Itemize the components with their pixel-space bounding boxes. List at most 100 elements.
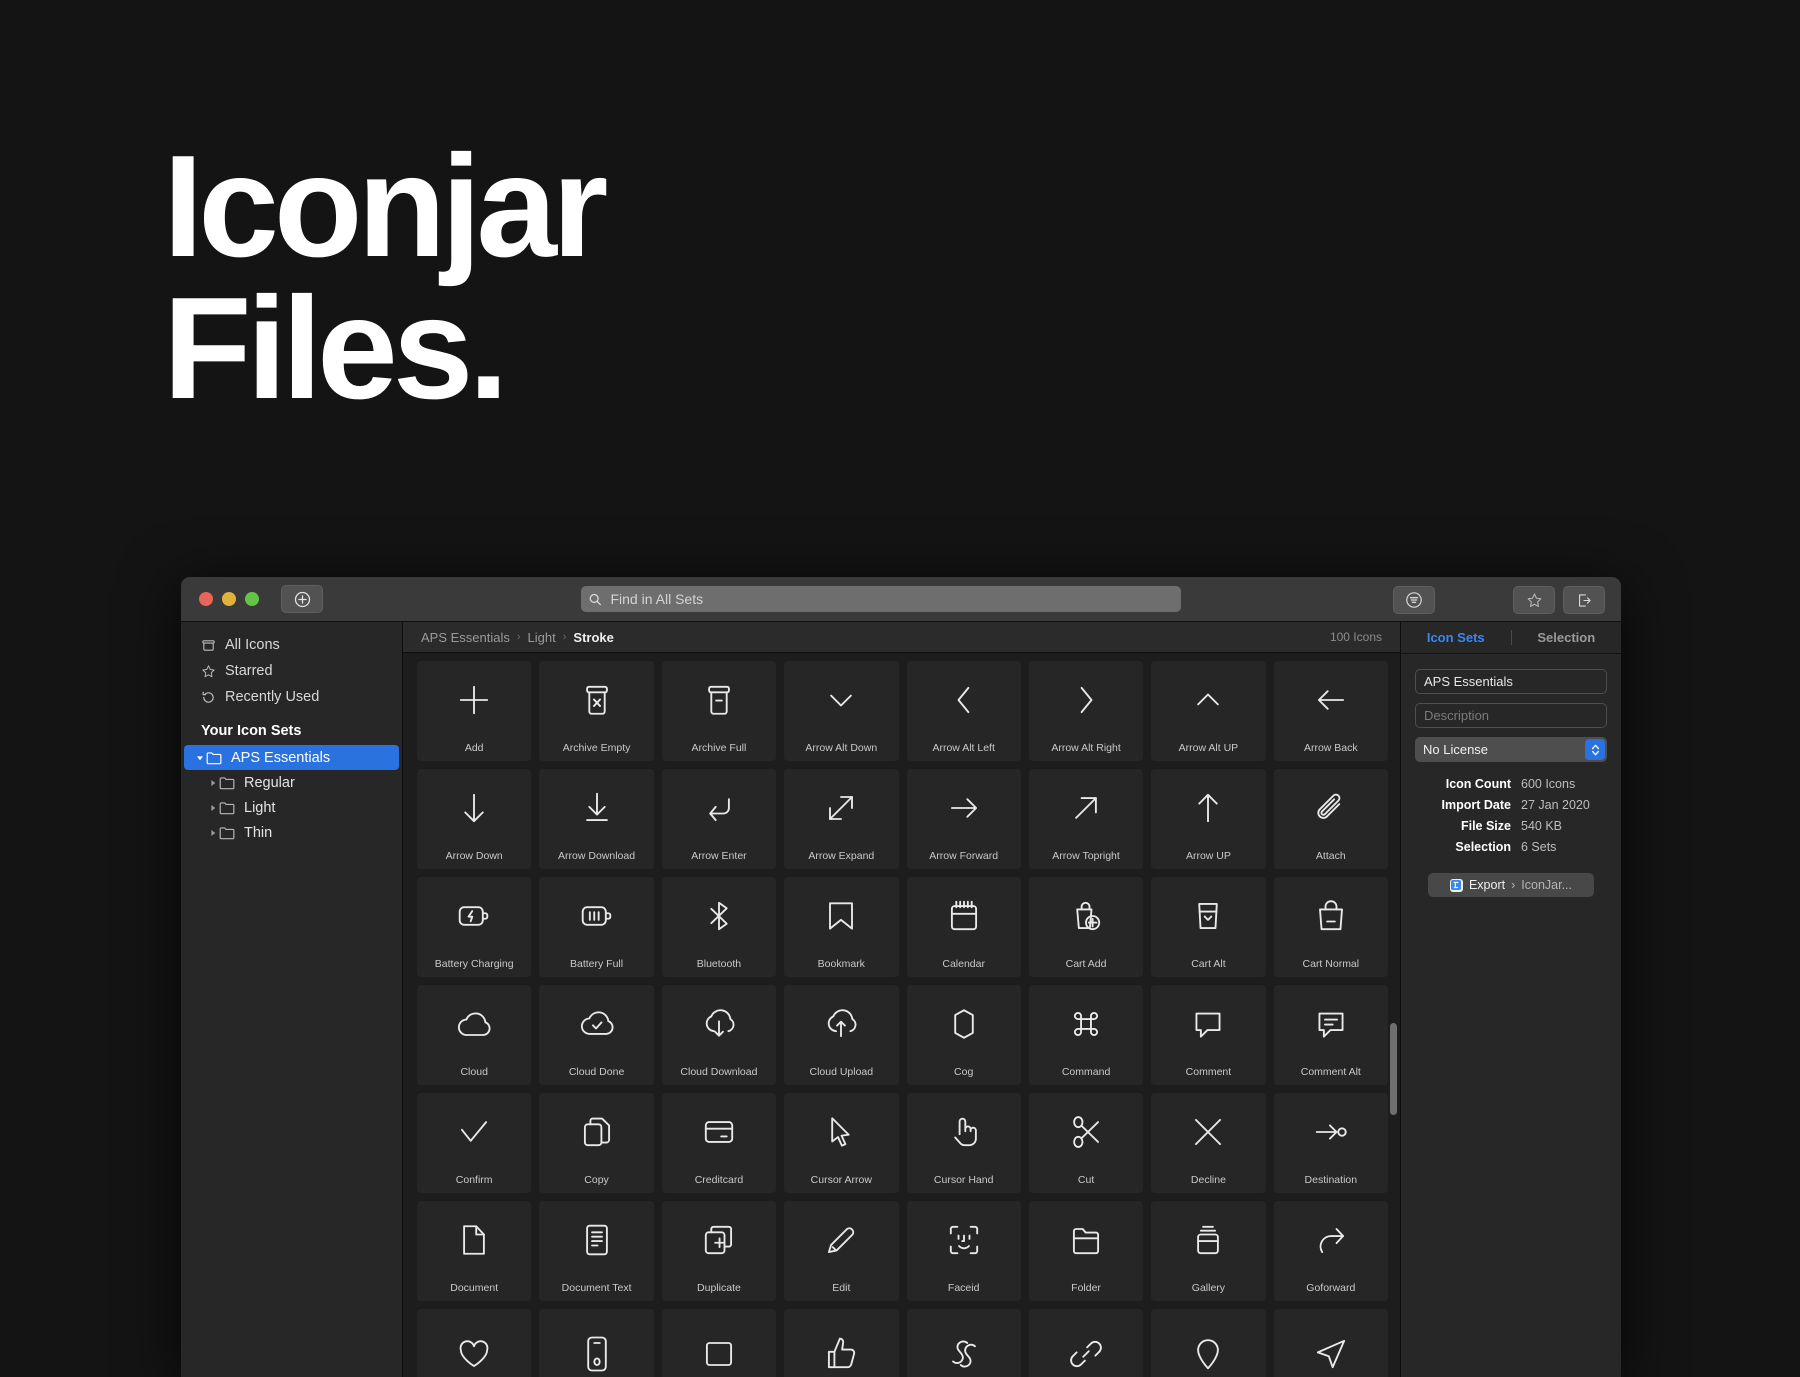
breadcrumb-item-2[interactable]: Stroke [573,630,613,645]
icon-grid-cell[interactable] [661,1309,777,1377]
icon-grid-cell[interactable]: Destination [1273,1093,1388,1193]
search-input[interactable] [608,590,1173,608]
icon-name-label: Bluetooth [696,958,742,970]
location-icon [1151,1309,1265,1377]
sidebar-item-regular[interactable]: Regular [184,770,399,795]
icon-grid-cell[interactable]: Creditcard [661,1093,777,1193]
sidebar-item-starred[interactable]: Starred [181,658,402,684]
icon-grid-cell[interactable]: Confirm [417,1093,532,1193]
icon-grid-cell[interactable]: Attach [1273,769,1388,869]
disclosure-triangle-right-icon[interactable] [206,829,219,837]
icon-grid-cell[interactable]: Faceid [906,1201,1021,1301]
icon-grid-cell[interactable]: Cut [1028,1093,1144,1193]
set-description-field[interactable]: Description [1415,703,1607,728]
icon-grid-cell[interactable] [539,1309,654,1377]
sidebar-item-thin[interactable]: Thin [184,820,399,845]
icon-grid-cell[interactable]: Cart Alt [1151,877,1266,977]
icon-grid-cell[interactable]: Arrow Expand [784,769,899,869]
icon-grid-cell[interactable]: Arrow Forward [906,769,1021,869]
breadcrumb-item-0[interactable]: APS Essentials [421,630,510,645]
icon-grid-cell[interactable]: Arrow UP [1151,769,1266,869]
icon-grid-cell[interactable]: Arrow Alt Right [1028,661,1144,761]
sidebar-item-recently-used[interactable]: Recently Used [181,684,402,710]
icon-grid-cell[interactable]: Goforward [1273,1201,1388,1301]
filter-button[interactable] [1393,586,1435,614]
icon-grid-cell[interactable]: Gallery [1151,1201,1266,1301]
license-select[interactable]: No License [1415,737,1607,762]
icon-grid-cell[interactable]: Command [1028,985,1144,1085]
icon-grid-cell[interactable]: Document Text [539,1201,654,1301]
icon-name-label: Cursor Arrow [810,1174,872,1186]
icon-grid-cell[interactable]: Cursor Arrow [784,1093,899,1193]
tablet-icon [662,1309,776,1377]
disclosure-triangle-right-icon[interactable] [206,779,219,787]
icon-grid-cell[interactable] [1273,1309,1388,1377]
icon-grid-cell[interactable]: Arrow Down [417,769,532,869]
icon-grid-cell[interactable]: Battery Charging [417,877,532,977]
sidebar-item-light[interactable]: Light [184,795,399,820]
icon-grid-cell[interactable]: Decline [1151,1093,1266,1193]
icon-grid-cell[interactable]: Arrow Back [1273,661,1388,761]
icon-grid-cell[interactable]: Cart Add [1028,877,1144,977]
icon-grid-cell[interactable]: Archive Full [661,661,777,761]
icon-grid-cell[interactable]: Document [417,1201,532,1301]
search-field[interactable] [581,586,1181,612]
close-window-button[interactable] [199,592,213,606]
search-icon [589,593,601,605]
icon-grid-cell[interactable]: Battery Full [539,877,654,977]
icon-grid-cell[interactable]: Bluetooth [661,877,777,977]
export-button[interactable]: Export › IconJar... [1428,873,1594,897]
icon-grid-cell[interactable]: Cursor Hand [906,1093,1021,1193]
icon-grid-cell[interactable]: Comment [1151,985,1266,1085]
disclosure-triangle-right-icon[interactable] [206,804,219,812]
icon-grid-cell[interactable]: Cloud Done [539,985,654,1085]
icon-grid-cell[interactable]: Archive Empty [539,661,654,761]
meta-row-icon-count: Icon Count 600 Icons [1415,776,1607,792]
add-set-button[interactable] [281,585,323,613]
icon-grid-cell[interactable]: Cog [906,985,1021,1085]
vertical-scrollbar[interactable] [1390,1023,1397,1115]
icon-grid-cell[interactable]: Comment Alt [1273,985,1388,1085]
icon-grid-cell[interactable]: Arrow Alt UP [1151,661,1266,761]
icon-grid-cell[interactable] [1028,1309,1144,1377]
icon-grid-cell[interactable]: Edit [784,1201,899,1301]
sidebar-item-all-icons[interactable]: All Icons [181,632,402,658]
icon-grid-cell[interactable]: Cloud [417,985,532,1085]
icon-grid-cell[interactable]: Cloud Upload [784,985,899,1085]
icon-name-label: Document [450,1282,499,1294]
icon-grid-cell[interactable]: Add [417,661,532,761]
icon-grid-cell[interactable] [784,1309,899,1377]
icon-grid-cell[interactable]: Arrow Download [539,769,654,869]
set-name-field[interactable]: APS Essentials [1415,669,1607,694]
breadcrumb-item-1[interactable]: Light [528,630,556,645]
disclosure-triangle-down-icon[interactable] [193,754,206,762]
export-icon [1578,593,1591,607]
chevron-updown-icon[interactable] [1585,739,1605,760]
icon-grid-cell[interactable]: Duplicate [661,1201,777,1301]
cart-add-icon [1029,877,1143,954]
icon-grid-cell[interactable]: Arrow Alt Down [784,661,899,761]
tab-selection[interactable]: Selection [1512,630,1622,645]
zoom-window-button[interactable] [245,592,259,606]
sidebar-item-aps-essentials[interactable]: APS Essentials [184,745,399,770]
icon-grid-cell[interactable]: Arrow Enter [661,769,777,869]
export-window-button[interactable] [1563,586,1605,614]
icon-name-label: Arrow Download [558,850,636,862]
icon-name-label: Arrow Forward [929,850,999,862]
icon-grid-cell[interactable]: Calendar [906,877,1021,977]
star-button[interactable] [1513,586,1555,614]
icon-grid-cell[interactable]: Arrow Topright [1028,769,1144,869]
icon-grid-cell[interactable]: Cloud Download [661,985,777,1085]
tab-icon-sets[interactable]: Icon Sets [1401,630,1511,645]
icon-grid-cell[interactable]: Bookmark [784,877,899,977]
folder-icon [219,801,241,815]
icon-grid-scroll-area[interactable]: Add Archive Empty Archive Full Arrow Alt Do… [403,653,1400,1377]
icon-grid-cell[interactable] [906,1309,1021,1377]
icon-grid-cell[interactable] [1151,1309,1266,1377]
icon-grid-cell[interactable]: Arrow Alt Left [906,661,1021,761]
icon-grid-cell[interactable] [417,1309,532,1377]
icon-grid-cell[interactable]: Folder [1028,1201,1144,1301]
icon-grid-cell[interactable]: Cart Normal [1273,877,1388,977]
icon-grid-cell[interactable]: Copy [539,1093,654,1193]
minimize-window-button[interactable] [222,592,236,606]
